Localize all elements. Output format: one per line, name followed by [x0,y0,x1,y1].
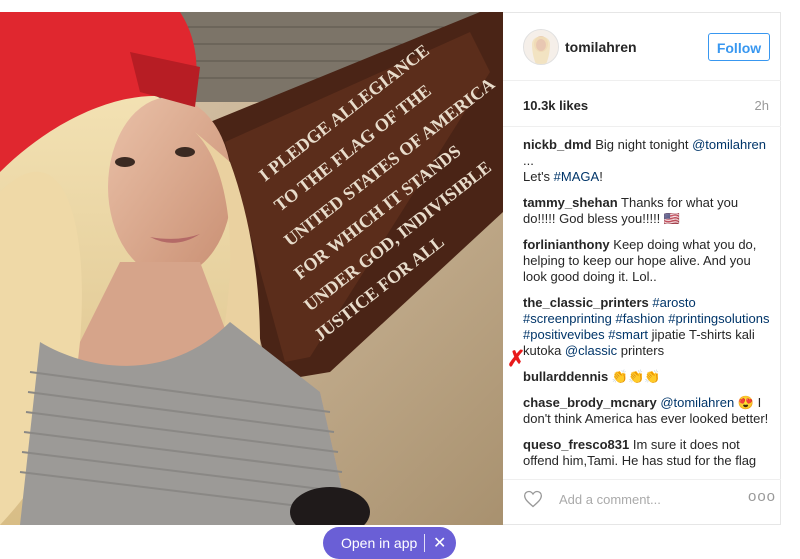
mention-link[interactable]: @tomilahren [660,395,734,410]
post-stats: 10.3k likes 2h [503,81,781,127]
list-item: tammy_shehan Thanks for what you do!!!!!… [523,195,739,226]
username[interactable]: tomilahren [565,39,637,55]
mention-link[interactable]: @tomilahren [692,137,766,152]
avatar[interactable] [523,29,559,65]
comment-user[interactable]: nickb_dmd [523,137,592,152]
divider [424,534,425,552]
comment-footer: Add a comment... ooo [503,479,781,525]
comment-user[interactable]: queso_fresco831 [523,437,629,452]
comments-list[interactable]: nickb_dmd Big night tonight @tomilahren … [523,137,773,471]
clap-emoji: 👏👏👏 [608,369,661,384]
list-item: chase_brody_mcnary @tomilahren 😍 I don't… [523,395,769,426]
mention-link[interactable]: @classic [565,343,617,358]
comment-user[interactable]: bullarddennis [523,369,608,384]
add-comment-input[interactable]: Add a comment... [559,492,661,507]
hashtag-link[interactable]: #printingsolutions [668,311,769,326]
more-options-icon[interactable]: ooo [748,488,776,505]
list-item: queso_fresco831 Im sure it does not offe… [523,437,757,471]
open-in-app-button[interactable]: Open in app [341,535,417,551]
hashtag-link[interactable]: #smart [608,327,648,342]
annotation-x-mark: ✗ [507,346,526,371]
list-item: nickb_dmd Big night tonight @tomilahren … [523,137,766,184]
follow-button[interactable]: Follow [708,33,770,61]
comment-user[interactable]: forlinianthony [523,237,610,252]
likes-count[interactable]: 10.3k likes [523,98,588,113]
post-photo[interactable]: I PLEDGE ALLEGIANCE TO THE FLAG OF THE U… [0,12,503,525]
comment-user[interactable]: chase_brody_mcnary [523,395,657,410]
hashtag-link[interactable]: #MAGA [554,169,600,184]
hashtag-link[interactable]: #fashion [616,311,665,326]
post-time: 2h [754,98,769,113]
list-item: the_classic_printers #arosto #screenprin… [523,295,770,358]
open-in-app-banner: Open in app ✕ [323,527,456,559]
hashtag-link[interactable]: #positivevibes [523,327,605,342]
list-item: forlinianthony Keep doing what you do, h… [523,237,757,284]
comment-user[interactable]: the_classic_printers [523,295,649,310]
comment-user[interactable]: tammy_shehan [523,195,618,210]
post-header: tomilahren Follow [503,13,781,81]
close-icon[interactable]: ✕ [433,533,446,553]
heart-icon[interactable] [523,489,543,509]
avatar-image [524,30,558,64]
post-panel: tomilahren Follow 10.3k likes 2h nickb_d… [503,12,781,525]
hashtag-link[interactable]: #screenprinting [523,311,612,326]
list-item: bullarddennis 👏👏👏 [523,369,773,385]
selfie-image: I PLEDGE ALLEGIANCE TO THE FLAG OF THE U… [0,12,503,525]
hashtag-link[interactable]: #arosto [652,295,695,310]
